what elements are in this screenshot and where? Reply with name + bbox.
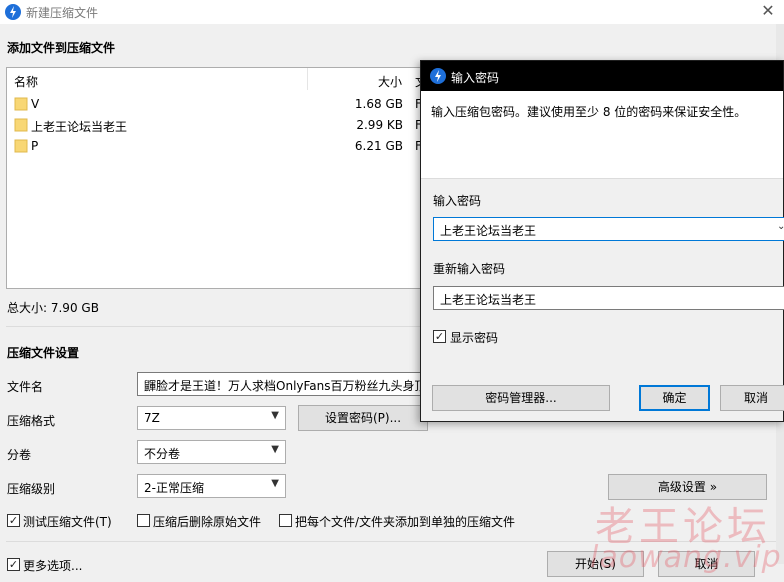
chevron-down-icon: ▼ <box>271 478 279 489</box>
more-options-checkbox[interactable]: ✓ <box>7 558 20 571</box>
file-name: 上老王论坛当老王 <box>31 120 128 134</box>
level-label: 压缩级别 <box>7 482 56 496</box>
show-password-checkbox[interactable]: ✓ <box>433 330 446 343</box>
more-options-label[interactable]: 更多选项... <box>23 557 82 574</box>
main-titlebar <box>0 0 784 24</box>
file-row[interactable]: P 6.21 GB F <box>7 136 427 156</box>
filename-value: 脸才是王道！万人求档OnlyFans百万粉丝九头身顶 <box>156 379 427 393</box>
folder-icon <box>14 97 28 111</box>
separate-archive-label[interactable]: 把每个文件/文件夹添加到单独的压缩文件 <box>295 513 515 530</box>
password-input[interactable]: 上老王论坛当老王 <box>433 217 784 241</box>
chevron-down-icon: ▼ <box>271 444 279 455</box>
folder-icon <box>14 139 28 153</box>
confirm-password-label: 重新输入密码 <box>433 262 506 276</box>
filename-input[interactable]: 鼲脸才是王道！万人求档OnlyFans百万粉丝九头身顶 <box>137 372 427 396</box>
confirm-password-input[interactable]: 上老王论坛当老王 <box>433 286 784 310</box>
separate-archive-checkbox[interactable] <box>279 514 292 527</box>
dialog-cancel-button[interactable]: 取消 <box>720 385 784 411</box>
file-size: 6.21 GB <box>354 139 403 153</box>
format-value: 7Z <box>144 411 160 425</box>
app-icon <box>430 68 446 84</box>
file-list-header: 名称 大小 文 <box>7 68 427 90</box>
file-list[interactable]: 名称 大小 文 V 1.68 GB F 上老王论坛当老王 2.99 KB F P… <box>6 67 427 289</box>
file-size: 2.99 KB <box>356 118 403 132</box>
chevron-down-icon[interactable]: ⌄ <box>777 221 784 232</box>
chevron-down-icon: ▼ <box>271 410 279 421</box>
dialog-description: 输入压缩包密码。建议使用至少 8 位的密码来保证安全性。 <box>431 105 747 119</box>
format-label: 压缩格式 <box>7 414 56 428</box>
password-dialog: 输入密码 输入压缩包密码。建议使用至少 8 位的密码来保证安全性。 输入密码 上… <box>420 60 784 422</box>
split-select[interactable]: 不分卷 ▼ <box>137 440 286 464</box>
delete-original-label[interactable]: 压缩后删除原始文件 <box>153 513 261 530</box>
file-size: 1.68 GB <box>354 97 403 111</box>
confirm-password-value: 上老王论坛当老王 <box>440 293 537 307</box>
test-checkbox[interactable]: ✓ <box>7 514 20 527</box>
ok-button[interactable]: 确定 <box>639 385 710 411</box>
column-divider <box>307 68 308 90</box>
split-label: 分卷 <box>7 448 32 462</box>
file-row[interactable]: 上老王论坛当老王 2.99 KB F <box>7 115 427 135</box>
set-password-button[interactable]: 设置密码(P)... <box>298 405 428 431</box>
add-files-heading: 添加文件到压缩文件 <box>7 41 116 55</box>
password-label: 输入密码 <box>433 194 482 208</box>
filename-label: 文件名 <box>7 380 44 394</box>
password-value: 上老王论坛当老王 <box>440 224 537 238</box>
folder-icon <box>14 118 28 132</box>
format-select[interactable]: 7Z ▼ <box>137 406 286 430</box>
dialog-description-area: 输入压缩包密码。建议使用至少 8 位的密码来保证安全性。 <box>421 91 783 179</box>
total-size: 总大小: 7.90 GB <box>7 301 99 315</box>
filename-prefix: 鼲 <box>144 379 157 393</box>
close-icon[interactable]: ✕ <box>758 2 778 22</box>
show-password-label[interactable]: 显示密码 <box>450 329 498 346</box>
watermark-url: laowang.vip <box>590 540 782 575</box>
dialog-title: 输入密码 <box>451 71 500 85</box>
file-name: P <box>31 139 39 153</box>
file-name: V <box>31 97 40 111</box>
column-header-size[interactable]: 大小 <box>378 73 402 90</box>
app-icon <box>5 4 21 20</box>
delete-original-checkbox[interactable] <box>137 514 150 527</box>
split-value: 不分卷 <box>144 447 181 461</box>
file-row[interactable]: V 1.68 GB F <box>7 94 427 114</box>
test-checkbox-label[interactable]: 测试压缩文件(T) <box>23 513 112 530</box>
settings-heading: 压缩文件设置 <box>7 346 80 360</box>
level-select[interactable]: 2-正常压缩 ▼ <box>137 474 286 498</box>
window-title: 新建压缩文件 <box>26 6 99 20</box>
password-manager-button[interactable]: 密码管理器... <box>432 385 610 411</box>
level-value: 2-正常压缩 <box>144 481 204 495</box>
column-header-name[interactable]: 名称 <box>14 73 38 90</box>
